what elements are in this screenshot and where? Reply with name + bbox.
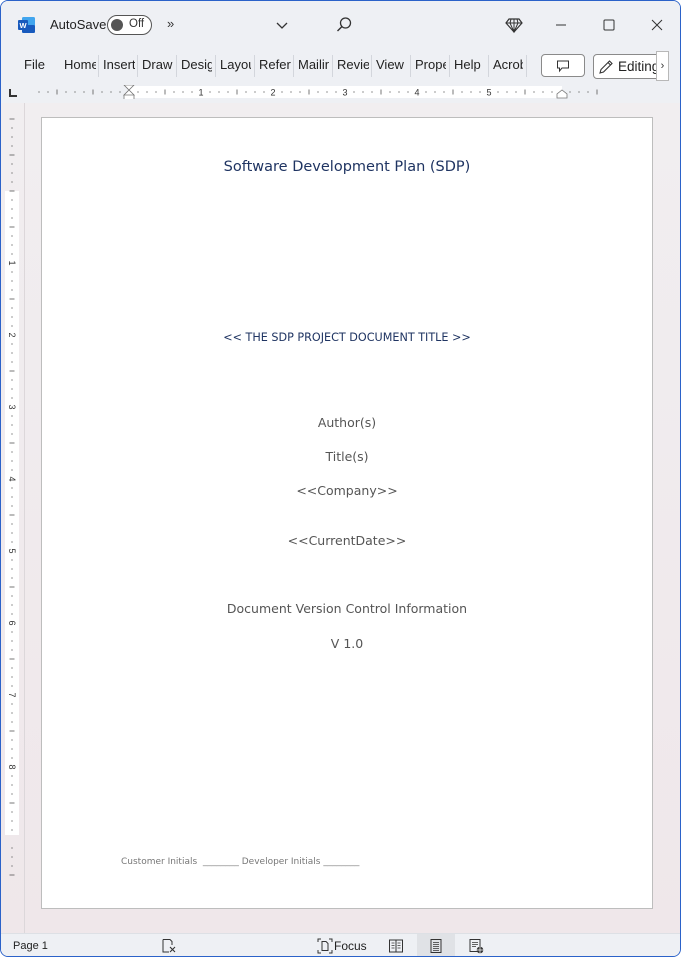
ribbon-tabs: File Home Insert Draw Design Layout Refe…	[1, 49, 680, 83]
tab-layout[interactable]: Layout	[220, 57, 251, 75]
diamond-icon[interactable]	[505, 16, 523, 34]
read-mode-icon[interactable]	[388, 938, 404, 954]
tab-insert[interactable]: Insert	[103, 57, 135, 75]
initials-footer: Customer Initials ________ Developer Ini…	[121, 857, 360, 867]
pencil-icon	[599, 60, 613, 74]
ruler-divider	[24, 103, 25, 933]
tab-design[interactable]: Design	[181, 57, 212, 75]
autosave-toggle[interactable]: Off	[107, 15, 152, 35]
chevron-down-icon[interactable]	[274, 17, 290, 33]
tab-properties[interactable]: Properties	[415, 57, 446, 75]
more-commands-button[interactable]: »	[167, 16, 174, 31]
version-number: V 1.0	[330, 636, 364, 651]
ruler-label: 7	[7, 692, 17, 697]
tab-divider	[371, 55, 372, 77]
autosave-label: AutoSave	[50, 17, 107, 32]
document-title: Software Development Plan (SDP)	[223, 159, 471, 175]
tab-divider	[410, 55, 411, 77]
author-field: Author(s)	[317, 415, 377, 430]
tab-divider	[526, 55, 527, 77]
ruler-label: 2	[270, 88, 275, 98]
tab-divider	[332, 55, 333, 77]
ruler-label: 8	[7, 764, 17, 769]
horizontal-ruler-area: 1 2 3 4 5	[1, 83, 680, 103]
version-control-heading: Document Version Control Information	[226, 601, 468, 616]
tab-review[interactable]: Review	[337, 57, 369, 75]
tab-divider	[488, 55, 489, 77]
tab-acrobat[interactable]: Acrobat	[493, 57, 523, 75]
ribbon-scroll-right[interactable]: ›	[656, 51, 669, 81]
document-page[interactable]: Software Development Plan (SDP) << THE S…	[41, 117, 653, 909]
comment-icon	[557, 60, 569, 73]
focus-icon[interactable]	[317, 938, 333, 954]
ruler-label: 5	[7, 548, 17, 553]
tab-draw[interactable]: Draw	[142, 57, 174, 75]
tab-divider	[137, 55, 138, 77]
ruler-label: 4	[7, 476, 17, 481]
document-subtitle: << THE SDP PROJECT DOCUMENT TITLE >>	[223, 331, 471, 344]
tab-divider	[293, 55, 294, 77]
tab-references[interactable]: References	[259, 57, 291, 75]
close-icon[interactable]	[642, 11, 672, 39]
author-title-field: Title(s)	[325, 449, 369, 464]
tab-file[interactable]: File	[24, 57, 48, 75]
tab-divider	[98, 55, 99, 77]
tab-mailings[interactable]: Mailings	[298, 57, 329, 75]
company-field: <<Company>>	[296, 483, 398, 498]
page-number[interactable]: Page 1	[13, 940, 48, 952]
word-window: W AutoSave Off » File Home Insert Draw D…	[0, 0, 681, 957]
ruler-label: 3	[342, 88, 347, 98]
proofing-icon[interactable]	[161, 938, 177, 954]
comments-button[interactable]	[541, 54, 585, 77]
tab-view[interactable]: View	[376, 57, 408, 75]
ruler-label: 6	[7, 620, 17, 625]
tab-home[interactable]: Home	[64, 57, 96, 75]
date-field: <<CurrentDate>>	[287, 533, 407, 548]
ruler-label: 3	[7, 404, 17, 409]
maximize-icon[interactable]	[594, 11, 624, 39]
print-layout-icon[interactable]	[428, 938, 444, 954]
ruler-label: 1	[198, 88, 203, 98]
ruler-text-area	[5, 191, 19, 835]
ruler-label: 2	[7, 332, 17, 337]
focus-button[interactable]: Focus	[334, 939, 367, 953]
word-logo-icon: W	[18, 17, 35, 33]
toggle-knob	[111, 19, 123, 31]
tab-divider	[449, 55, 450, 77]
horizontal-ruler[interactable]: 1 2 3 4 5	[27, 85, 647, 99]
editing-label: Editing	[618, 59, 660, 74]
tab-stop-selector[interactable]	[9, 89, 17, 97]
vertical-ruler[interactable]: 1 2 3 4 5 6 7 8	[5, 109, 19, 909]
svg-text:W: W	[19, 21, 27, 30]
tab-help[interactable]: Help	[454, 57, 484, 75]
tab-divider	[176, 55, 177, 77]
title-bar: W AutoSave Off »	[1, 1, 680, 49]
web-layout-icon[interactable]	[468, 938, 484, 954]
ruler-label: 5	[486, 88, 491, 98]
search-icon[interactable]	[335, 16, 353, 34]
minimize-icon[interactable]	[546, 11, 576, 39]
ruler-label: 4	[414, 88, 419, 98]
tab-divider	[254, 55, 255, 77]
autosave-state: Off	[129, 18, 145, 30]
tab-divider	[215, 55, 216, 77]
status-bar: Page 1 Focus	[1, 933, 680, 956]
editing-mode-button[interactable]: Editing	[593, 54, 663, 79]
ruler-label: 1	[7, 260, 17, 265]
